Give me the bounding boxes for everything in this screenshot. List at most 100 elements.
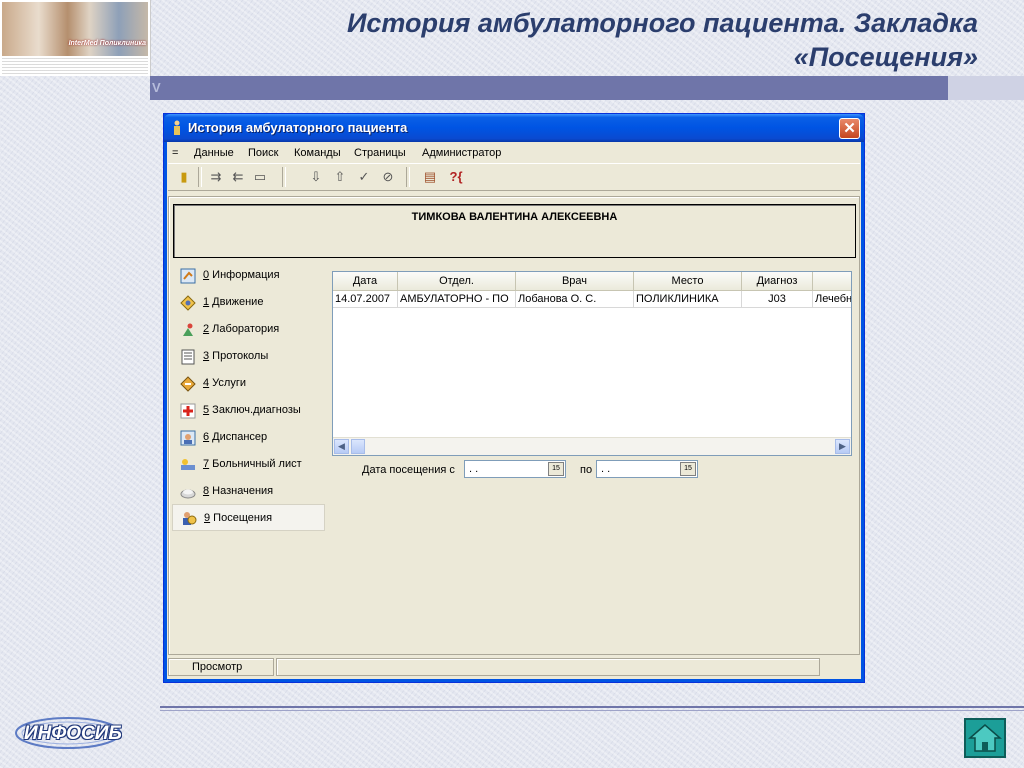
- slide-title-line1: История амбулаторного пациента. Закладка: [346, 8, 978, 38]
- confirm-check-icon[interactable]: ✓: [354, 167, 374, 187]
- home-button[interactable]: [964, 718, 1006, 758]
- tab-label: 3 Протоколы: [203, 350, 269, 362]
- menu-search[interactable]: Поиск: [248, 147, 278, 159]
- cell-date: 14.07.2007: [333, 291, 398, 308]
- dispensary-icon: [180, 430, 196, 446]
- banner-fine-print: [2, 58, 148, 74]
- tab-label: 0 Информация: [203, 269, 280, 281]
- app-icon: [174, 120, 180, 135]
- title-accent-bar-light: [948, 76, 1024, 100]
- tab-visits[interactable]: 9 Посещения: [172, 504, 325, 531]
- exit-door-icon[interactable]: ▮: [174, 167, 194, 187]
- cell-diagnosis: J03: [742, 291, 813, 308]
- menu-bar: = Данные Поиск Команды Страницы Админист…: [168, 143, 860, 163]
- tab-label: 9 Посещения: [204, 512, 273, 524]
- tab-label: 2 Лаборатория: [203, 323, 280, 335]
- horizontal-scrollbar[interactable]: ◀ ▶: [333, 437, 851, 455]
- date-from-value: . .: [469, 463, 479, 475]
- tab-protocols[interactable]: 3 Протоколы: [172, 345, 325, 369]
- close-icon: ✕: [843, 120, 856, 137]
- cell-extra: Лечебн: [813, 291, 851, 308]
- toolbar: ▮ ⇉ ⇇ ▭ ⇩ ⇧ ✓ ⊘ ▤ ?{: [168, 163, 860, 191]
- infosib-logo-text: ИНФОСИБ: [24, 723, 122, 744]
- tab-label: 1 Движение: [203, 296, 264, 308]
- toolbar-separator: [198, 167, 202, 187]
- slide-banner-image: InterMed Поликлиника: [0, 0, 151, 76]
- tab-label: 6 Диспансер: [203, 431, 268, 443]
- tab-info[interactable]: 0 Информация: [172, 264, 325, 288]
- save-icon[interactable]: ▭: [250, 167, 270, 187]
- window-titlebar[interactable]: История амбулаторного пациента ✕: [164, 114, 864, 142]
- app-window: История амбулаторного пациента ✕ = Данны…: [163, 113, 865, 683]
- menu-commands[interactable]: Команды: [294, 147, 341, 159]
- footer-divider: [160, 706, 1024, 708]
- date-to-value: . .: [601, 463, 611, 475]
- patient-name: ТИМКОВА ВАЛЕНТИНА АЛЕКСЕЕВНА: [411, 211, 618, 223]
- cell-doctor: Лобанова О. С.: [516, 291, 634, 308]
- menu-system[interactable]: =: [172, 147, 178, 159]
- move-up-icon[interactable]: ⇧: [330, 167, 350, 187]
- tab-label: 7 Больничный лист: [203, 458, 302, 470]
- report-icon[interactable]: ▤: [420, 167, 440, 187]
- toolbar-separator: [406, 167, 410, 187]
- calendar-icon[interactable]: 15: [548, 462, 564, 476]
- home-icon: [967, 724, 1003, 752]
- protocols-icon: [181, 349, 195, 365]
- sick-leave-icon: [181, 459, 195, 470]
- prescriptions-icon: [180, 489, 196, 499]
- tab-lab[interactable]: 2 Лаборатория: [172, 318, 325, 342]
- date-to-label: по: [580, 464, 593, 476]
- lab-icon: [183, 323, 193, 336]
- status-info: [276, 658, 820, 676]
- insert-row-icon[interactable]: ⇉: [206, 167, 226, 187]
- tab-sick-leave[interactable]: 7 Больничный лист: [172, 453, 325, 477]
- slide-title: История амбулаторного пациента. Закладка…: [278, 6, 978, 74]
- cell-place: ПОЛИКЛИНИКА: [634, 291, 742, 308]
- tab-label: 8 Назначения: [203, 485, 274, 497]
- diagnosis-icon: [180, 403, 196, 419]
- slide-title-line2: «Посещения»: [793, 42, 978, 72]
- status-bar: Просмотр: [168, 656, 860, 678]
- help-icon[interactable]: ?{: [446, 167, 466, 187]
- scroll-thumb[interactable]: [351, 439, 365, 454]
- tab-diagnoses[interactable]: 5 Заключ.диагнозы: [172, 399, 325, 423]
- column-header-department[interactable]: Отдел.: [398, 272, 516, 291]
- column-header-date[interactable]: Дата: [333, 272, 398, 291]
- calendar-icon[interactable]: 15: [680, 462, 696, 476]
- menu-pages[interactable]: Страницы: [354, 147, 406, 159]
- window-title: История амбулаторного пациента: [188, 120, 408, 135]
- column-header-extra[interactable]: [813, 272, 851, 291]
- services-icon: [180, 376, 196, 392]
- column-header-doctor[interactable]: Врач: [516, 272, 634, 291]
- tab-label: 4 Услуги: [203, 377, 247, 389]
- scroll-left-icon[interactable]: ◀: [334, 439, 349, 454]
- tab-movement[interactable]: 1 Движение: [172, 291, 325, 315]
- banner-logo-text: InterMed Поликлиника: [68, 40, 146, 47]
- visits-table: Дата Отдел. Врач Место Диагноз 14.07.200…: [332, 271, 852, 456]
- toolbar-separator: [282, 167, 286, 187]
- move-down-icon[interactable]: ⇩: [306, 167, 326, 187]
- tab-dispensary[interactable]: 6 Диспансер: [172, 426, 325, 450]
- menu-admin[interactable]: Администратор: [422, 147, 501, 159]
- column-header-place[interactable]: Место: [634, 272, 742, 291]
- scroll-right-icon[interactable]: ▶: [835, 439, 850, 454]
- tab-services[interactable]: 4 Услуги: [172, 372, 325, 396]
- banner-photo: [2, 2, 148, 56]
- info-icon: [180, 268, 196, 284]
- footer-divider-thin: [160, 710, 1024, 711]
- table-header: Дата Отдел. Врач Место Диагноз: [333, 272, 851, 291]
- date-to-field[interactable]: . . 15: [596, 460, 698, 478]
- patient-header: ТИМКОВА ВАЛЕНТИНА АЛЕКСЕЕВНА: [173, 204, 856, 258]
- tab-prescriptions[interactable]: 8 Назначения: [172, 480, 325, 504]
- menu-data[interactable]: Данные: [194, 147, 234, 159]
- close-button[interactable]: ✕: [839, 118, 860, 139]
- cancel-icon[interactable]: ⊘: [378, 167, 398, 187]
- date-from-field[interactable]: . . 15: [464, 460, 566, 478]
- corner-mark: V: [152, 80, 161, 95]
- movement-icon: [180, 295, 196, 311]
- delete-row-icon[interactable]: ⇇: [228, 167, 248, 187]
- status-mode: Просмотр: [168, 658, 274, 676]
- column-header-diagnosis[interactable]: Диагноз: [742, 272, 813, 291]
- date-from-label: Дата посещения с: [362, 464, 455, 476]
- table-row[interactable]: 14.07.2007 АМБУЛАТОРНО - ПО Лобанова О. …: [333, 291, 851, 309]
